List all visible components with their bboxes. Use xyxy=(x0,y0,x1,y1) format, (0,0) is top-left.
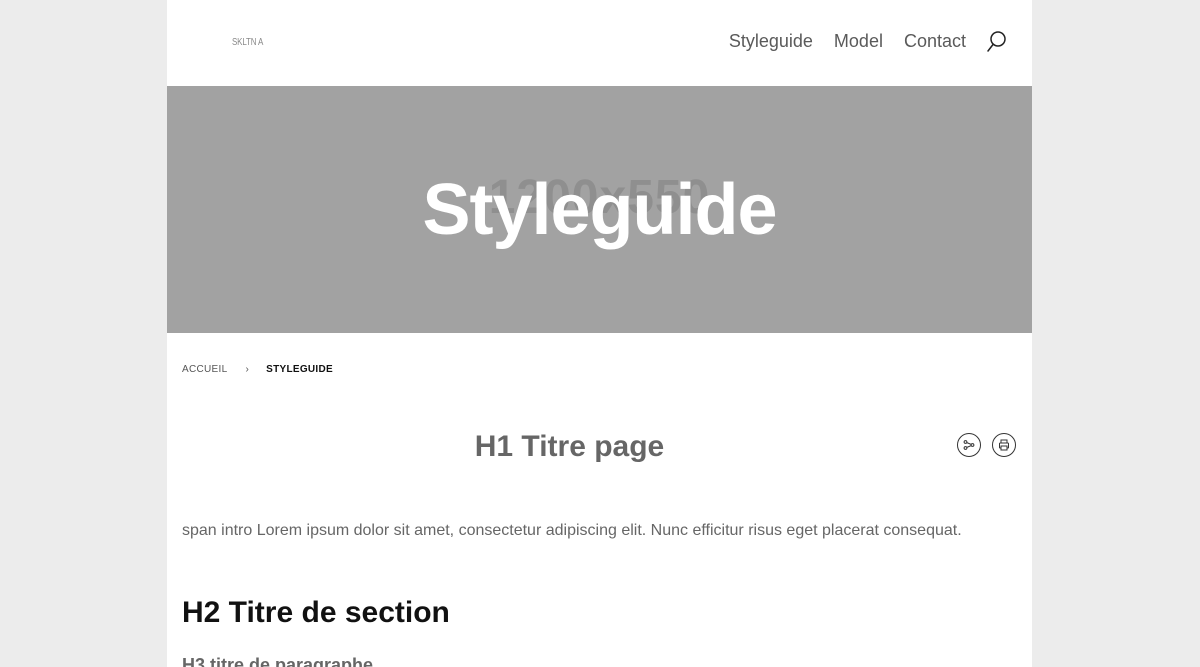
hero-banner: 1200x550 Styleguide xyxy=(167,86,1032,333)
breadcrumb-home[interactable]: ACCUEIL xyxy=(182,364,227,375)
intro-text: span intro Lorem ipsum dolor sit amet, c… xyxy=(182,522,962,539)
nav-link-contact[interactable]: Contact xyxy=(904,31,966,52)
nav-link-model[interactable]: Model xyxy=(834,31,883,52)
breadcrumb-separator: › xyxy=(245,364,250,375)
search-icon[interactable] xyxy=(986,30,1008,54)
share-icon[interactable] xyxy=(957,433,981,457)
breadcrumb-current: STYLEGUIDE xyxy=(266,364,333,375)
page: SKLTN A Styleguide Model Contact 1200x55… xyxy=(167,0,1032,667)
section-title: H2 Titre de section xyxy=(182,596,450,629)
nav-link-styleguide[interactable]: Styleguide xyxy=(729,31,813,52)
site-header: SKLTN A Styleguide Model Contact xyxy=(167,0,1032,86)
site-logo[interactable]: SKLTN A xyxy=(232,37,263,48)
print-icon[interactable] xyxy=(992,433,1016,457)
breadcrumb: ACCUEIL › STYLEGUIDE xyxy=(182,364,333,375)
page-title: H1 Titre page xyxy=(474,430,665,463)
main-nav: Styleguide Model Contact xyxy=(729,31,966,52)
paragraph-title: H3 titre de paragraphe xyxy=(182,655,374,667)
hero-title: Styleguide xyxy=(422,170,777,250)
